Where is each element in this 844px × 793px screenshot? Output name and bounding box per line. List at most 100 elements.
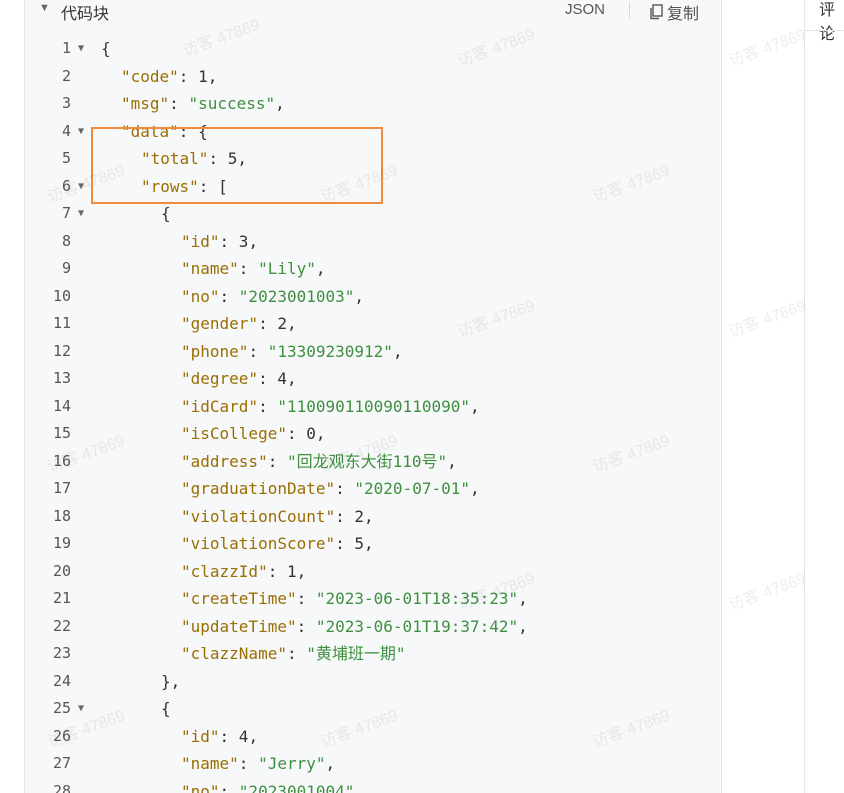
line-number: 3 [61,94,71,112]
json-key: "rows" [141,176,199,196]
json-key: "no" [181,286,220,306]
fold-toggle-icon[interactable]: ▼ [78,173,84,201]
line-number: 28 [52,781,71,793]
collapse-caret-icon[interactable]: ▼ [39,2,50,14]
json-punctuation: , [364,506,374,526]
line-number: 15 [52,424,71,442]
code-text: "address": "回龙观东大街110号", [181,448,457,476]
code-line: 10 "no": "2023001003", [25,283,721,311]
json-punctuation: : [267,451,287,471]
json-punctuation: : [219,781,239,793]
json-punctuation: , [325,754,336,773]
code-block-title: 代码块 [61,6,110,23]
line-number: 9 [61,259,71,277]
json-key: "graduationDate" [181,479,336,498]
watermark-text: 访客 47869 [726,570,809,615]
fold-toggle-icon[interactable]: ▼ [78,200,84,228]
code-line: 18 "violationCount": 2, [25,503,721,531]
json-punctuation: : [169,94,189,113]
code-text: "data": { [121,118,208,146]
code-text: "phone": "13309230912", [181,338,403,366]
code-text: "clazzName": "黄埔班一期" [181,640,406,668]
json-punctuation: : [219,231,239,251]
line-number: 2 [61,66,71,85]
fold-toggle-icon[interactable]: ▼ [78,695,84,723]
json-key: "id" [181,231,220,251]
code-text: "total": 5, [141,145,247,173]
copy-label: 复制 [667,6,700,23]
json-punctuation: , [518,616,528,636]
line-number: 27 [52,754,71,772]
code-text: "isCollege": 0, [181,420,326,448]
line-number: 11 [52,314,71,332]
json-punctuation: : [238,259,259,278]
json-punctuation: , [248,726,259,746]
json-punctuation: : [248,341,268,361]
code-line: 25 ▼ { [25,695,721,723]
json-number: 3 [238,231,249,251]
line-number: 26 [52,726,71,745]
side-panel: 评论 [804,0,844,793]
fold-toggle-icon[interactable]: ▼ [78,35,84,63]
code-text: "name": "Lily", [181,255,326,283]
line-number: 23 [52,644,71,662]
json-key: "total" [141,149,209,168]
json-punctuation: , [354,781,365,793]
code-text: "code": 1, [121,63,217,91]
line-number: 12 [52,341,71,360]
code-line: 8 "id": 3, [25,228,721,256]
json-punctuation: : [296,616,316,636]
json-punctuation: , [296,561,307,581]
code-text: "no": "2023001004", [181,778,364,793]
line-number: 1 [61,39,71,57]
line-number: 7 [61,204,71,222]
json-key: "createTime" [181,589,297,608]
side-divider [805,30,844,31]
line-number: 24 [52,671,71,690]
json-key: "name" [181,754,239,773]
json-punctuation: , [447,451,457,471]
code-text: "no": "2023001003", [181,283,364,311]
code-text: "violationCount": 2, [181,503,374,531]
json-punctuation: : [178,66,199,86]
json-number: 5 [354,534,365,553]
code-line: 9 "name": "Lily", [25,255,721,283]
code-line: 22 "updateTime": "2023-06-01T19:37:42", [25,613,721,641]
json-string: "2020-07-01" [354,479,470,498]
json-punctuation: : [238,754,259,773]
json-punctuation: , [275,94,285,113]
json-string: "Lily" [258,259,316,278]
json-punctuation: : [335,506,355,526]
json-number: 4 [238,726,249,746]
json-key: "code" [121,66,179,86]
watermark-text: 访客 47869 [726,297,809,342]
line-number: 13 [52,369,71,387]
copy-button[interactable]: 复制 [649,0,699,24]
code-line: 11 "gender": 2, [25,310,721,338]
watermark-text: 访客 47869 [726,26,809,71]
code-text: "gender": 2, [181,310,297,338]
json-punctuation: : [258,396,278,416]
side-tab-label[interactable]: 评论 [819,0,844,44]
code-text: "graduationDate": "2020-07-01", [181,475,480,503]
code-text: "id": 4, [181,723,258,751]
line-number: 25 [52,699,71,717]
code-line: 14 "idCard": "110090110090110090", [25,393,721,421]
code-text: "rows": [ [141,173,228,201]
line-number: 18 [52,506,71,525]
json-key: "msg" [121,94,170,113]
line-number: 4 [61,121,71,140]
line-number: 20 [52,561,71,580]
language-label: JSON [565,1,606,18]
fold-toggle-icon[interactable]: ▼ [78,118,84,146]
json-key: "no" [181,781,220,793]
line-number: 10 [52,286,71,305]
json-key: "idCard" [181,396,259,416]
line-number: 16 [52,451,71,470]
json-punctuation: , [286,314,297,333]
line-number: 5 [61,149,71,167]
line-number: 17 [52,479,71,497]
code-line: 5 "total": 5, [25,145,721,173]
code-line: 13 "degree": 4, [25,365,721,393]
json-punctuation: , [315,259,326,278]
